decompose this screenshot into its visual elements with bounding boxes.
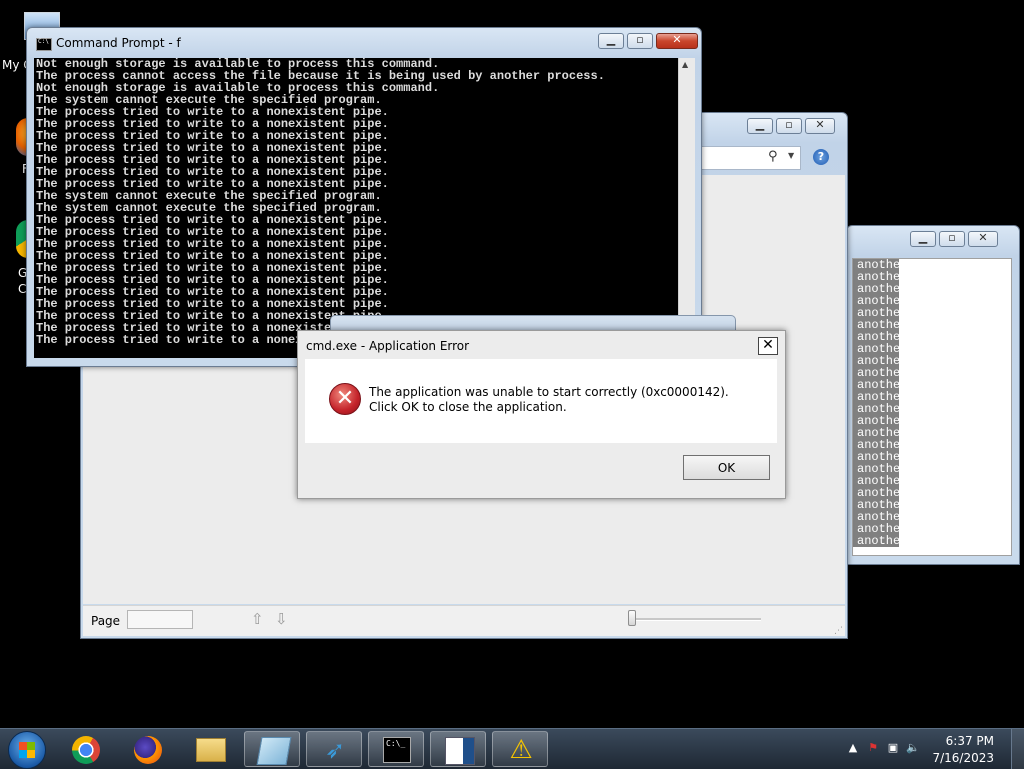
taskbar-cmd[interactable]: C:\_	[368, 731, 424, 767]
notepad-lines: anothe anothe anothe anothe anothe anothe anot…	[853, 259, 899, 547]
cmd-icon: C:\_	[383, 737, 411, 763]
window-title: Command Prompt - f	[56, 36, 181, 50]
notepad-line: anothe	[857, 295, 899, 307]
chrome-icon	[72, 736, 100, 764]
taskbar-viewer[interactable]	[430, 731, 486, 767]
taskbar-firefox[interactable]	[120, 731, 176, 767]
notepad-window[interactable]: ▁ ▫ ✕ anothe anothe anothe anothe anothe anot…	[846, 225, 1020, 565]
maximize-button[interactable]: ▫	[776, 118, 802, 134]
notepad-line: anothe	[857, 379, 899, 391]
notepad-line: anothe	[857, 259, 899, 271]
minimize-icon: ▁	[606, 33, 616, 46]
notepad-line: anothe	[857, 511, 899, 523]
notepad-line: anothe	[857, 499, 899, 511]
close-icon: ✕	[672, 33, 682, 46]
dialog-body: ✕ The application was unable to start co…	[305, 359, 777, 443]
zoom-slider-track	[631, 618, 761, 621]
maximize-icon: ▫	[636, 33, 644, 46]
page-down-icon[interactable]: ⇩	[275, 610, 288, 628]
close-button[interactable]: ✕	[805, 118, 835, 134]
taskbar-xnview[interactable]: ➶	[306, 731, 362, 767]
maximize-icon: ▫	[785, 118, 793, 131]
notepad-line: anothe	[857, 487, 899, 499]
notepad-line: anothe	[857, 463, 899, 475]
error-icon: ✕	[329, 383, 361, 415]
volume-icon[interactable]: 🔈	[906, 741, 920, 755]
firefox-icon	[134, 736, 162, 764]
notepad-line: anothe	[857, 535, 899, 547]
window-controls: ▁ ▫ ✕	[595, 33, 698, 49]
minimize-button[interactable]: ▁	[598, 33, 624, 49]
clock-time[interactable]: 6:37 PM	[946, 734, 994, 748]
minimize-icon: ▁	[918, 231, 928, 244]
notepad-line: anothe	[857, 523, 899, 535]
taskbar: ➶ C:\_ ⚠ ▲ ⚑ ▣ 🔈 6:37 PM 7/16/2023	[0, 728, 1024, 769]
taskbar-chrome[interactable]	[58, 731, 114, 767]
notepad-line: anothe	[857, 475, 899, 487]
notepad-line: anothe	[857, 319, 899, 331]
document-icon	[445, 737, 475, 765]
notepad-line: anothe	[857, 427, 899, 439]
close-icon: ✕	[978, 231, 988, 244]
maximize-button[interactable]: ▫	[627, 33, 653, 49]
show-desktop-button[interactable]	[1011, 729, 1024, 769]
viewer-status-bar: Page ⇧ ⇩ ⋰	[83, 605, 845, 636]
taskbar-explorer[interactable]	[182, 731, 238, 767]
page-up-icon[interactable]: ⇧	[251, 610, 264, 628]
notepad-line: anothe	[857, 355, 899, 367]
maximize-icon: ▫	[948, 231, 956, 244]
chevron-down-icon[interactable]: ▼	[788, 151, 794, 160]
notepad-line: anothe	[857, 367, 899, 379]
bird-icon: ➶	[324, 736, 346, 764]
close-icon: ✕	[815, 118, 825, 131]
page-input[interactable]	[127, 610, 193, 629]
taskbar-warning[interactable]: ⚠	[492, 731, 548, 767]
window-controls: ▁ ▫ ✕	[744, 118, 835, 134]
minimize-button[interactable]: ▁	[747, 118, 773, 134]
resize-grip-icon[interactable]: ⋰	[834, 626, 843, 636]
folder-icon	[196, 738, 226, 762]
scroll-up-icon[interactable]: ▲	[682, 60, 688, 69]
application-error-dialog[interactable]: cmd.exe - Application Error ✕ ✕ The appl…	[297, 330, 786, 499]
start-button[interactable]	[8, 731, 46, 769]
close-button[interactable]: ✕	[656, 33, 698, 49]
show-hidden-icons-icon[interactable]: ▲	[846, 741, 860, 755]
taskbar-notepad[interactable]	[244, 731, 300, 767]
maximize-button[interactable]: ▫	[939, 231, 965, 247]
dialog-title: cmd.exe - Application Error	[306, 339, 470, 353]
notepad-line: anothe	[857, 343, 899, 355]
warning-icon: ⚠	[509, 735, 533, 765]
notepad-line: anothe	[857, 391, 899, 403]
console-scrollbar[interactable]: ▲	[678, 58, 695, 358]
notepad-line: anothe	[857, 403, 899, 415]
cmd-icon	[36, 38, 52, 51]
notepad-line: anothe	[857, 439, 899, 451]
search-input[interactable]: ⚲ ▼	[701, 146, 801, 170]
notepad-line: anothe	[857, 451, 899, 463]
notepad-icon	[256, 737, 292, 765]
minimize-button[interactable]: ▁	[910, 231, 936, 247]
console-output[interactable]: Not enough storage is available to proce…	[34, 58, 678, 358]
notepad-line: anothe	[857, 307, 899, 319]
page-label: Page	[91, 614, 121, 628]
notepad-line: anothe	[857, 331, 899, 343]
console-lines: Not enough storage is available to proce…	[34, 58, 678, 346]
system-tray: ▲ ⚑ ▣ 🔈 6:37 PM 7/16/2023	[844, 729, 1024, 769]
error-message: The application was unable to start corr…	[369, 385, 729, 414]
zoom-slider-thumb[interactable]	[628, 610, 636, 626]
clock-date[interactable]: 7/16/2023	[932, 751, 994, 765]
search-icon: ⚲	[768, 149, 778, 164]
window-controls: ▁ ▫ ✕	[907, 231, 998, 247]
notepad-line: anothe	[857, 283, 899, 295]
notepad-line: anothe	[857, 271, 899, 283]
notepad-text-area[interactable]: anothe anothe anothe anothe anothe anothe anot…	[852, 258, 1012, 556]
help-icon[interactable]: ?	[813, 149, 829, 165]
action-center-icon[interactable]: ⚑	[866, 741, 880, 755]
ok-button[interactable]: OK	[683, 455, 770, 480]
close-button[interactable]: ✕	[968, 231, 998, 247]
minimize-icon: ▁	[755, 118, 765, 131]
notepad-line: anothe	[857, 415, 899, 427]
network-icon[interactable]: ▣	[886, 741, 900, 755]
dialog-close-button[interactable]: ✕	[758, 337, 778, 355]
